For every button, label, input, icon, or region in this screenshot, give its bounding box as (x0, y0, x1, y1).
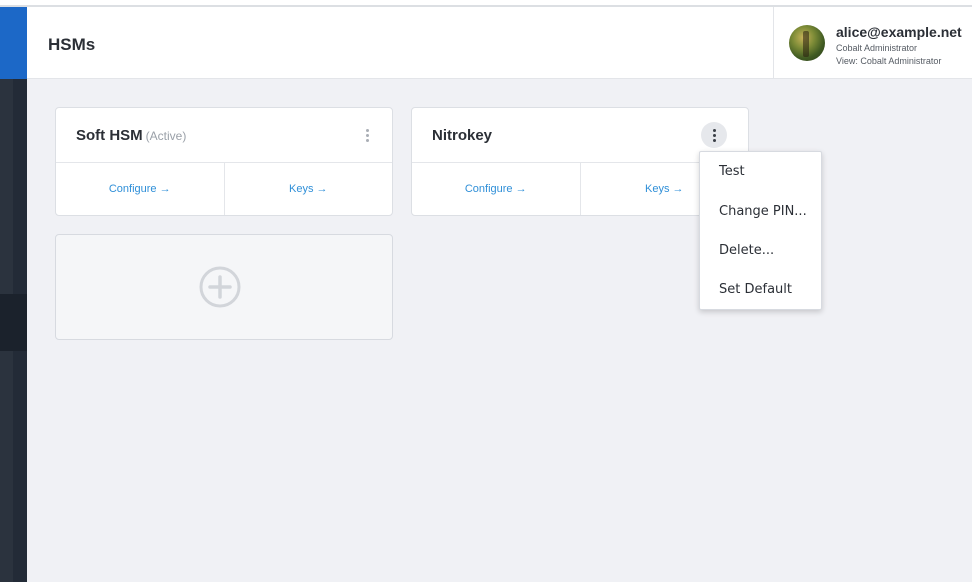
top-border (0, 0, 972, 7)
sidebar (0, 7, 27, 582)
add-hsm-button[interactable] (55, 234, 393, 340)
avatar[interactable] (789, 25, 825, 61)
page-title: HSMs (48, 35, 96, 54)
menu-item-delete[interactable]: Delete... (700, 233, 821, 269)
menu-item-test[interactable]: Test (700, 154, 821, 190)
hsm-name: Nitrokey (432, 127, 493, 144)
user-view: View: Cobalt Administrator (836, 56, 942, 66)
user-panel[interactable]: alice@example.net Cobalt Administrator V… (773, 7, 972, 79)
card-actions: Configure → Keys → (412, 162, 748, 215)
card-header: Soft HSM (Active) (56, 108, 392, 163)
plus-circle-icon (199, 266, 241, 308)
card-title: Nitrokey (432, 127, 495, 144)
keys-link[interactable]: Keys → (223, 162, 393, 215)
card-header: Nitrokey (412, 108, 748, 163)
page-header: HSMs alice@example.net Cobalt Administra… (27, 7, 972, 79)
sidebar-active-accent[interactable] (0, 7, 27, 79)
menu-item-set-default[interactable]: Set Default (700, 272, 821, 308)
kebab-menu-icon[interactable] (701, 122, 727, 148)
main-content: Soft HSM (Active) Configure → Keys → Nitr… (27, 79, 972, 582)
sidebar-item-highlight[interactable] (0, 294, 27, 351)
configure-link[interactable]: Configure → (412, 162, 580, 215)
menu-item-change-pin[interactable]: Change PIN... (700, 194, 821, 230)
configure-link[interactable]: Configure → (56, 162, 224, 215)
context-menu: Test Change PIN... Delete... Set Default (699, 151, 822, 310)
user-role: Cobalt Administrator (836, 43, 918, 53)
card-actions: Configure → Keys → (56, 162, 392, 215)
hsm-status: (Active) (145, 129, 187, 143)
user-email: alice@example.net (836, 24, 962, 40)
card-title: Soft HSM (Active) (76, 127, 186, 144)
hsm-card-soft-hsm: Soft HSM (Active) Configure → Keys → (55, 107, 393, 216)
kebab-menu-icon[interactable] (354, 122, 380, 148)
hsm-name: Soft HSM (76, 127, 143, 144)
